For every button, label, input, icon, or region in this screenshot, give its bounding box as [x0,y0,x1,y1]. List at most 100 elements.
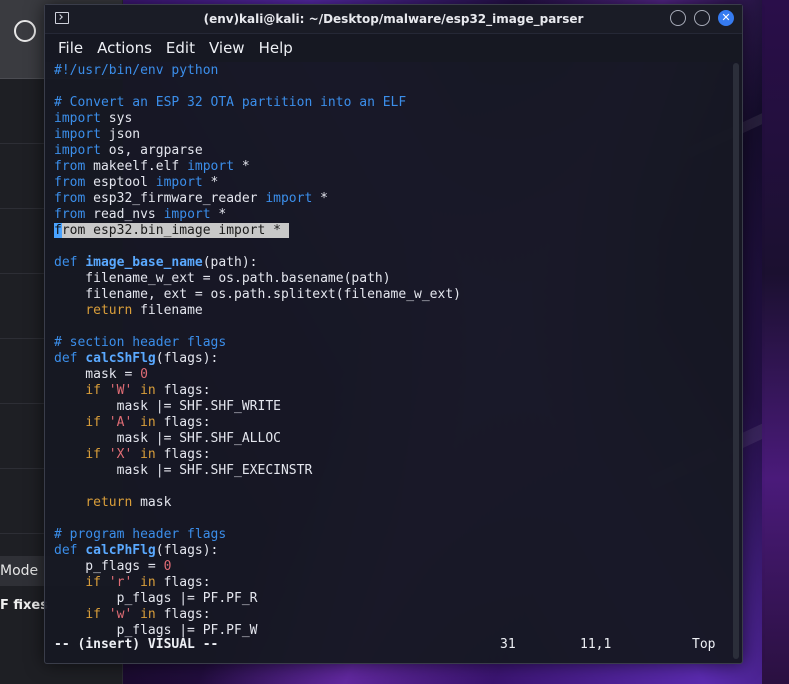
code-token: return [85,495,133,510]
fixes-label: F fixes [0,598,48,613]
code-line: mask |= SHF.SHF_WRITE [54,399,726,415]
code-token: import [265,191,313,206]
code-line: p_flags |= PF.PF_R [54,591,726,607]
code-token: if [85,415,101,430]
code-line: from esp32_firmware_reader import * [54,191,726,207]
code-token: mask |= SHF.SHF_WRITE [54,399,281,414]
terminal-window[interactable]: (env)kali@kali: ~/Desktop/malware/esp32_… [44,4,743,664]
code-token: if [85,575,101,590]
code-line: if 'X' in flags: [54,447,726,463]
vim-status-line: -- (insert) VISUAL -- 31 11,1 Top [54,637,726,653]
code-line: from makeelf.elf import * [54,159,726,175]
code-line: return mask [54,495,726,511]
code-token: esptool [85,175,156,190]
code-line: # Convert an ESP 32 OTA partition into a… [54,95,726,111]
maximize-button[interactable] [694,10,710,26]
code-token: if [85,447,101,462]
code-line: if 'w' in flags: [54,607,726,623]
code-line: from read_nvs import * [54,207,726,223]
code-token: filename [132,303,203,318]
code-token: import [54,143,101,158]
terminal-titlebar[interactable]: (env)kali@kali: ~/Desktop/malware/esp32_… [45,5,742,34]
code-token: flags: [155,575,211,590]
code-token: 'A' [108,415,133,430]
code-token: * [210,207,227,222]
code-token: mask |= SHF.SHF_EXECINSTR [54,463,313,478]
code-token: import [54,127,101,142]
code-token: in [140,415,156,430]
code-token: flags: [155,415,211,430]
code-token: (flags): [155,351,219,366]
code-token: 0 [163,559,172,574]
code-token: 'X' [108,447,133,462]
vim-editor-buffer[interactable]: #!/usr/bin/env python # Convert an ESP 32… [54,63,726,663]
code-token: * [202,175,219,190]
code-token: return [85,303,133,318]
code-line: def calcPhFlg(flags): [54,543,726,559]
code-token: esp32_firmware_reader [85,191,266,206]
code-token: (path): [202,255,258,270]
cursor-position: 11,1 [580,637,612,652]
code-token: import [187,159,235,174]
code-line: mask = 0 [54,367,726,383]
code-token: calcShFlg [85,351,156,366]
menu-edit[interactable]: Edit [166,39,195,57]
scrollbar[interactable] [733,63,739,659]
code-token: 'w' [108,607,133,622]
code-line: if 'r' in flags: [54,575,726,591]
menu-help[interactable]: Help [259,39,293,57]
code-token: 'W' [108,383,133,398]
code-token: import [155,175,203,190]
code-token: from [54,175,86,190]
menu-view[interactable]: View [209,39,245,57]
code-token: read_nvs [85,207,164,222]
code-line: import sys [54,111,726,127]
code-token: # program header flags [54,527,227,542]
code-token: from [54,159,86,174]
code-token: mask |= SHF.SHF_ALLOC [54,431,281,446]
code-token: * [234,159,250,174]
code-token: # section header flags [54,335,227,350]
code-token: filename_w_ext = os.path.basename(path) [54,271,391,286]
code-line: def image_base_name(path): [54,255,726,271]
code-line: return filename [54,303,726,319]
code-line: p_flags = 0 [54,559,726,575]
code-token: os, argparse [100,143,203,158]
vim-mode-indicator: -- (insert) VISUAL -- [54,637,219,652]
code-token: def [54,543,78,558]
code-token: def [54,255,78,270]
code-token: #!/usr/bin/env python [54,63,219,78]
code-token: # Convert an ESP 32 OTA partition into a… [54,95,407,110]
close-button[interactable]: ✕ [718,10,734,26]
code-line: #!/usr/bin/env python [54,63,726,79]
code-token: flags: [155,383,211,398]
code-line: # program header flags [54,527,726,543]
minimize-button[interactable] [670,10,686,26]
menu-file[interactable]: File [58,39,83,57]
code-token: from [54,207,86,222]
code-token: in [140,607,156,622]
code-token: flags: [155,447,211,462]
code-token: image_base_name [85,255,203,270]
menu-bar: File Actions Edit View Help [45,34,742,62]
code-token: def [54,351,78,366]
profile-icon[interactable] [14,20,36,42]
code-token: import [163,207,211,222]
code-token: in [140,575,156,590]
menu-actions[interactable]: Actions [97,39,152,57]
